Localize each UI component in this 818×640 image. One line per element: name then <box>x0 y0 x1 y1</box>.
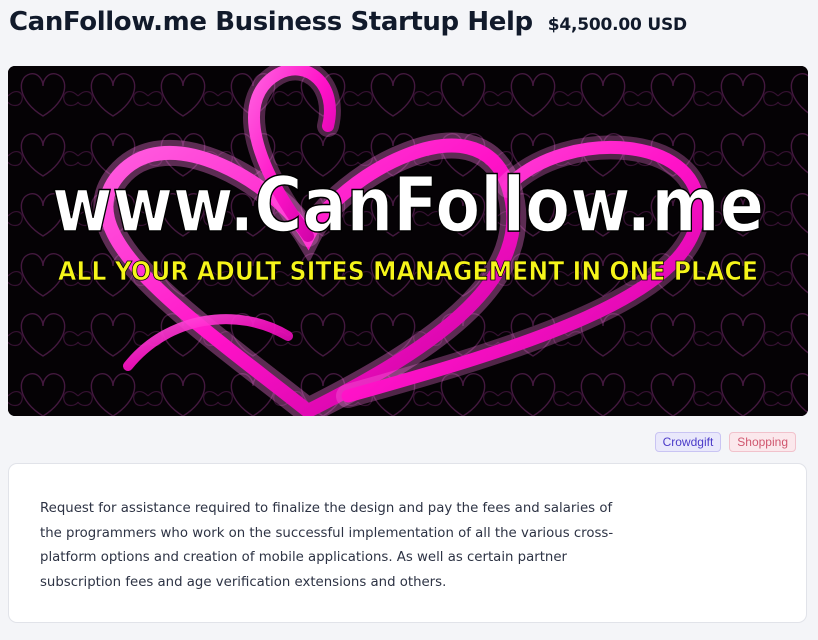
tag-shopping[interactable]: Shopping <box>729 432 796 452</box>
campaign-title: CanFollow.me Business Startup Help <box>9 7 533 37</box>
tag-crowdgift[interactable]: Crowdgift <box>654 432 722 452</box>
campaign-header: CanFollow.me Business Startup Help $4,50… <box>9 7 687 37</box>
page: CanFollow.me Business Startup Help $4,50… <box>0 0 818 640</box>
banner-tagline: ALL YOUR ADULT SITES MANAGEMENT IN ONE P… <box>58 257 758 287</box>
description-card: Request for assistance required to final… <box>8 463 807 623</box>
campaign-price: $4,500.00 USD <box>547 15 687 35</box>
banner-artwork: www.CanFollow.me ALL YOUR ADULT SITES MA… <box>8 66 808 416</box>
campaign-banner-image: www.CanFollow.me ALL YOUR ADULT SITES MA… <box>8 66 808 416</box>
banner-headline: www.CanFollow.me <box>52 160 764 249</box>
category-tags: Crowdgift Shopping <box>654 432 796 452</box>
campaign-description: Request for assistance required to final… <box>40 501 614 590</box>
